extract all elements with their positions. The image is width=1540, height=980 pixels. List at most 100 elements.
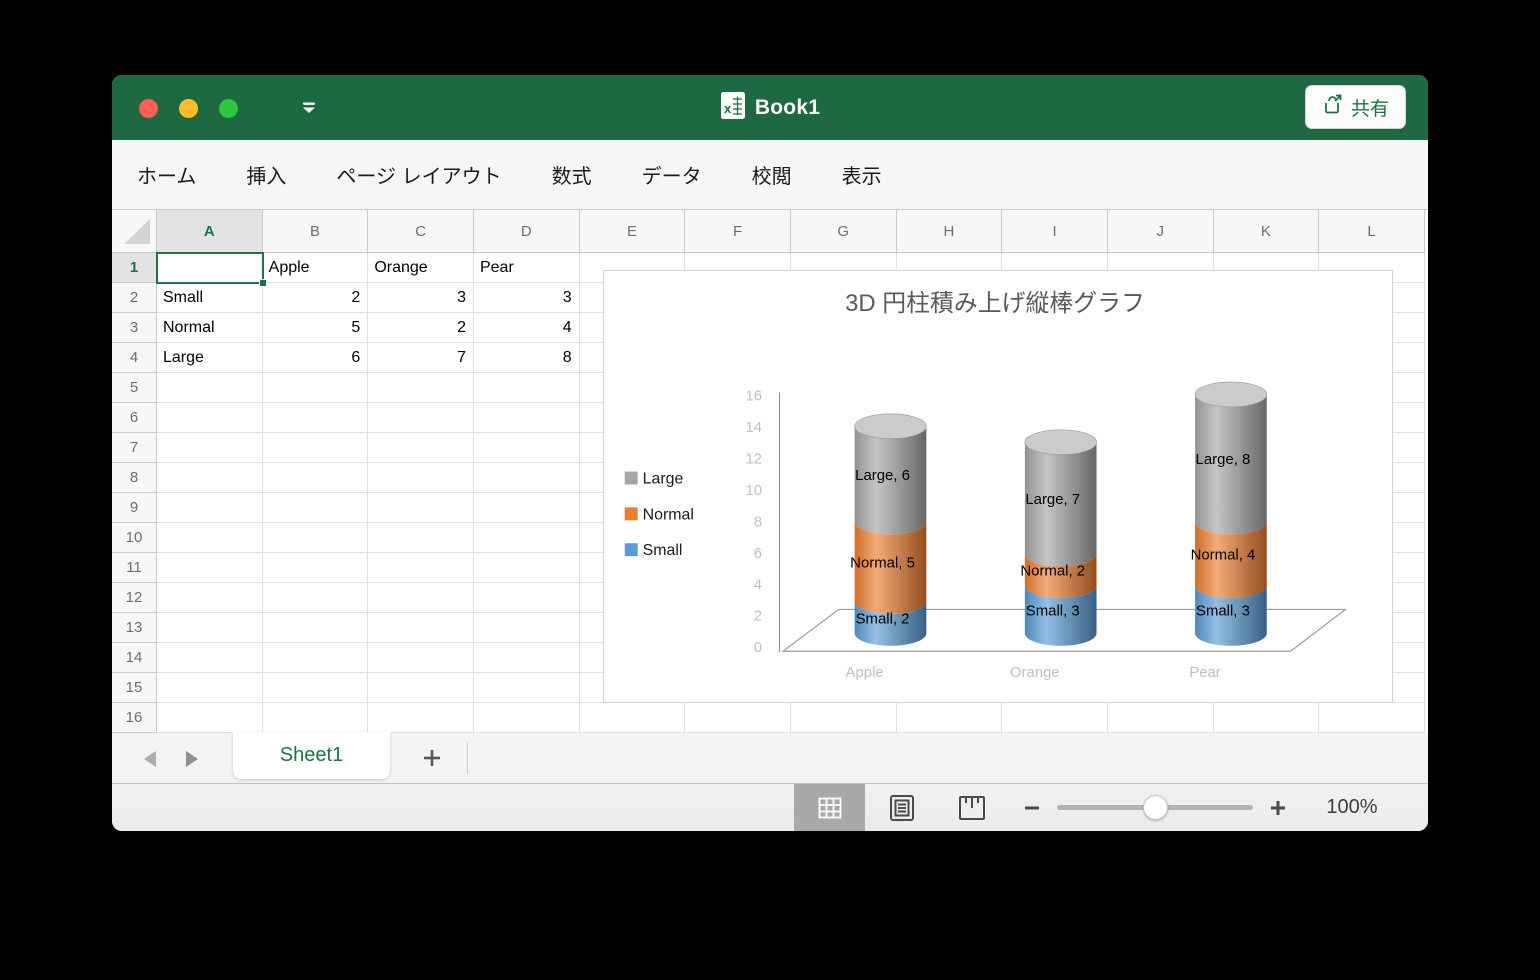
cell-B12[interactable] (262, 583, 369, 613)
cell-A16[interactable] (157, 703, 263, 733)
column-header-K[interactable]: K (1213, 210, 1320, 253)
cell-A2[interactable]: Small (157, 283, 263, 313)
column-header-B[interactable]: B (262, 210, 369, 253)
cell-B4[interactable]: 6 (262, 343, 369, 373)
column-header-A[interactable]: A (157, 210, 263, 253)
cell-D15[interactable] (473, 673, 580, 703)
menu-tab-2[interactable]: ページ レイアウト (336, 160, 501, 189)
page-break-view-button[interactable] (950, 784, 994, 831)
column-header-F[interactable]: F (685, 210, 791, 253)
column-header-J[interactable]: J (1107, 210, 1214, 253)
cell-D5[interactable] (473, 373, 580, 403)
menu-tab-4[interactable]: データ (642, 160, 702, 189)
cell-D10[interactable] (473, 523, 580, 553)
row-header-12[interactable]: 12 (112, 583, 157, 613)
cell-C9[interactable] (368, 493, 474, 523)
select-all-corner[interactable] (112, 210, 157, 253)
cell-A5[interactable] (157, 373, 263, 403)
row-header-3[interactable]: 3 (112, 313, 157, 343)
prev-sheet-icon[interactable] (144, 751, 156, 767)
cell-J16[interactable] (1107, 703, 1214, 733)
column-header-H[interactable]: H (896, 210, 1003, 253)
cell-C10[interactable] (368, 523, 474, 553)
cell-C13[interactable] (368, 613, 474, 643)
row-header-2[interactable]: 2 (112, 283, 157, 313)
column-header-I[interactable]: I (1002, 210, 1108, 253)
row-header-5[interactable]: 5 (112, 373, 157, 403)
cell-B3[interactable]: 5 (262, 313, 369, 343)
cell-A10[interactable] (157, 523, 263, 553)
cell-D14[interactable] (473, 643, 580, 673)
cell-B10[interactable] (262, 523, 369, 553)
row-header-13[interactable]: 13 (112, 613, 157, 643)
menu-tab-5[interactable]: 校閲 (752, 160, 792, 189)
cell-C3[interactable]: 2 (368, 313, 474, 343)
row-header-4[interactable]: 4 (112, 343, 157, 373)
row-header-9[interactable]: 9 (112, 493, 157, 523)
cell-D9[interactable] (473, 493, 580, 523)
cell-B2[interactable]: 2 (262, 283, 369, 313)
cell-C14[interactable] (368, 643, 474, 673)
cell-A15[interactable] (157, 673, 263, 703)
row-header-1[interactable]: 1 (112, 253, 157, 283)
cell-B6[interactable] (262, 403, 369, 433)
cell-A7[interactable] (157, 433, 263, 463)
row-header-6[interactable]: 6 (112, 403, 157, 433)
share-button[interactable]: 共有 (1304, 85, 1406, 129)
menu-tab-6[interactable]: 表示 (842, 160, 882, 189)
cell-G16[interactable] (790, 703, 897, 733)
row-header-10[interactable]: 10 (112, 523, 157, 553)
cell-C6[interactable] (368, 403, 474, 433)
page-layout-view-button[interactable] (880, 784, 924, 831)
cell-A14[interactable] (157, 643, 263, 673)
cell-B5[interactable] (262, 373, 369, 403)
cell-A9[interactable] (157, 493, 263, 523)
cell-A8[interactable] (157, 463, 263, 493)
cell-D6[interactable] (473, 403, 580, 433)
cell-D16[interactable] (473, 703, 580, 733)
normal-view-button[interactable] (794, 784, 865, 831)
cell-C5[interactable] (368, 373, 474, 403)
cell-K16[interactable] (1213, 703, 1320, 733)
cell-C11[interactable] (368, 553, 474, 583)
cell-A13[interactable] (157, 613, 263, 643)
cell-F16[interactable] (685, 703, 791, 733)
cell-C4[interactable]: 7 (368, 343, 474, 373)
cell-C12[interactable] (368, 583, 474, 613)
cell-D1[interactable]: Pear (473, 253, 580, 283)
cell-C16[interactable] (368, 703, 474, 733)
column-header-G[interactable]: G (790, 210, 897, 253)
cell-D11[interactable] (473, 553, 580, 583)
sheet-tab-active[interactable]: Sheet1 (233, 732, 390, 779)
cell-I16[interactable] (1002, 703, 1108, 733)
row-header-14[interactable]: 14 (112, 643, 157, 673)
cell-B11[interactable] (262, 553, 369, 583)
menu-tab-1[interactable]: 挿入 (246, 160, 286, 189)
row-header-8[interactable]: 8 (112, 463, 157, 493)
menu-tab-3[interactable]: 数式 (552, 160, 592, 189)
cell-B8[interactable] (262, 463, 369, 493)
cell-A1[interactable] (157, 253, 263, 283)
cell-B13[interactable] (262, 613, 369, 643)
cell-B1[interactable]: Apple (262, 253, 369, 283)
zoom-out-button[interactable] (1020, 796, 1044, 820)
cell-A3[interactable]: Normal (157, 313, 263, 343)
cell-D3[interactable]: 4 (473, 313, 580, 343)
row-header-15[interactable]: 15 (112, 673, 157, 703)
cell-L16[interactable] (1319, 703, 1425, 733)
cell-B7[interactable] (262, 433, 369, 463)
zoom-slider[interactable] (1057, 795, 1253, 820)
chart-area[interactable]: 3D 円柱積み上げ縦棒グラフ 0 2 4 6 8 10 12 14 16 Large Normal Sm… (603, 270, 1393, 703)
column-header-D[interactable]: D (473, 210, 580, 253)
next-sheet-icon[interactable] (186, 751, 198, 767)
cell-D7[interactable] (473, 433, 580, 463)
add-sheet-button[interactable] (412, 739, 452, 777)
cell-B14[interactable] (262, 643, 369, 673)
cell-D13[interactable] (473, 613, 580, 643)
cell-B9[interactable] (262, 493, 369, 523)
cell-C7[interactable] (368, 433, 474, 463)
cell-B15[interactable] (262, 673, 369, 703)
column-header-E[interactable]: E (579, 210, 686, 253)
column-header-L[interactable]: L (1319, 210, 1425, 253)
titlebar[interactable]: x Book1 (112, 75, 1428, 140)
